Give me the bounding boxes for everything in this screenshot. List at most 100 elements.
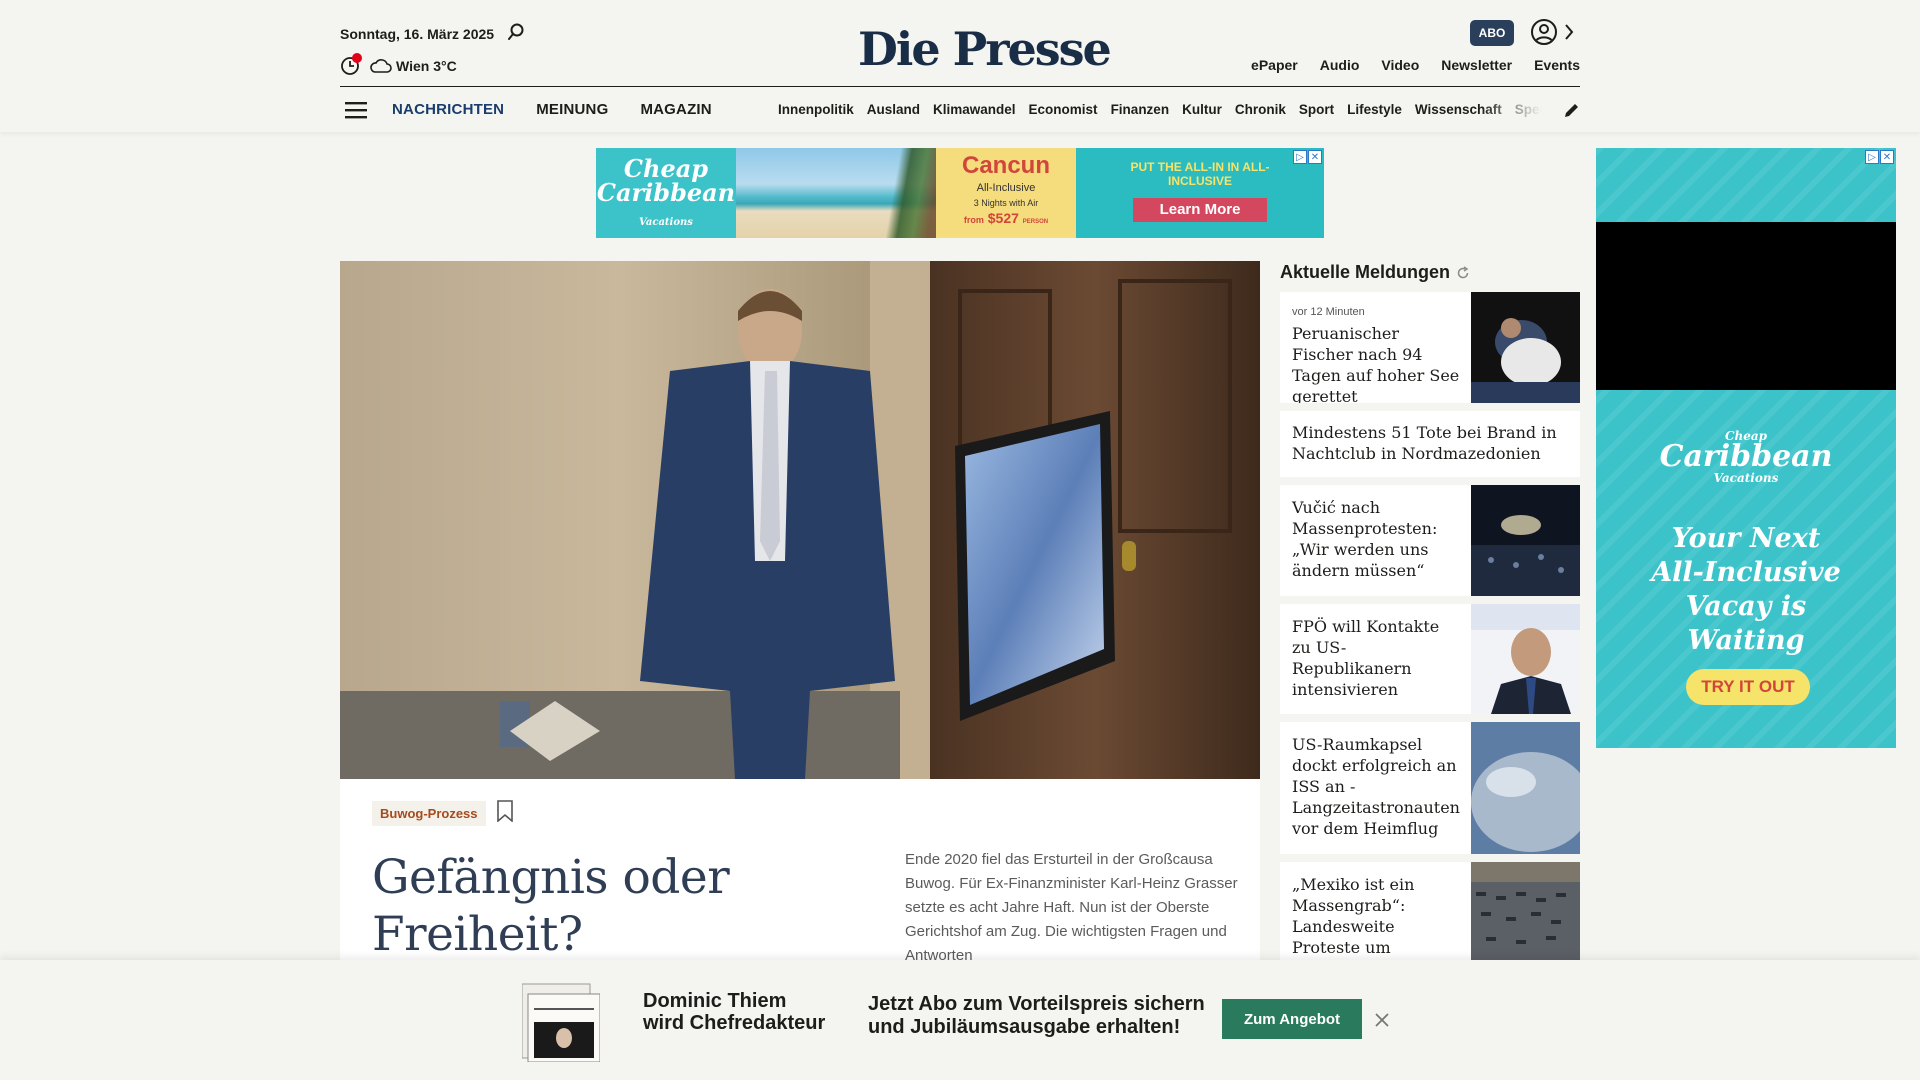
news-item-title[interactable]: „Mexiko ist ein Massengrab“: Landesweite… (1292, 875, 1414, 960)
ad-banner-top[interactable]: Cheap Caribbean Vacations Cancun All-Inc… (596, 148, 1324, 238)
ad-slogan: PUT THE ALL-IN IN ALL-INCLUSIVE (1130, 160, 1270, 188)
promo-offer: Jetzt Abo zum Vorteilspreis sichern und … (868, 993, 1205, 1039)
section-sport[interactable]: Sport (1299, 102, 1334, 117)
cloud-icon (370, 59, 392, 73)
news-item[interactable]: FPÖ will Kontakte zu US-Republikanern in… (1280, 604, 1580, 714)
section-spectrum[interactable]: Spectrum (1515, 102, 1542, 117)
news-item-text: FPÖ will Kontakte zu US-Republikanern in… (1292, 616, 1460, 700)
link-newsletter[interactable]: Newsletter (1441, 57, 1512, 73)
news-thumbnail (1471, 862, 1580, 960)
news-item[interactable]: Vučić nach Massenprotesten: „Wir werden … (1280, 485, 1580, 596)
section-economist[interactable]: Economist (1029, 102, 1098, 117)
ad-close-icon[interactable]: ✕ (1308, 150, 1322, 164)
news-item-title[interactable]: Mindestens 51 Tote bei Brand in Nachtclu… (1292, 423, 1557, 463)
hero-photo (340, 261, 1260, 779)
ad-sidebar-cta-button[interactable]: TRY IT OUT (1686, 669, 1810, 705)
news-item-text: „Mexiko ist ein Massengrab“: Landesweite… (1292, 874, 1460, 960)
ad-sidebar-info-icon[interactable]: ▷ (1865, 150, 1879, 164)
news-item-title[interactable]: Vučić nach Massenprotesten: „Wir werden … (1292, 498, 1437, 580)
subscription-promo-bar: Dominic Thiem wird Chefredakteur Jetzt A… (0, 960, 1920, 1080)
site-logo[interactable]: Die Presse (858, 22, 1112, 76)
section-lifestyle[interactable]: Lifestyle (1347, 102, 1402, 117)
link-epaper[interactable]: ePaper (1251, 57, 1298, 73)
ad-sidebar-brand: Cheap Caribbean Vacations (1596, 430, 1896, 484)
ad-sidebar-choices[interactable]: ▷ ✕ (1865, 150, 1894, 164)
ad-sidebar-video (1596, 222, 1896, 390)
nav-magazin[interactable]: MAGAZIN (640, 101, 711, 118)
close-icon[interactable] (1374, 1012, 1390, 1028)
ad-brand: Cheap Caribbean (596, 154, 736, 207)
section-kultur[interactable]: Kultur (1182, 102, 1222, 117)
news-thumbnail (1471, 722, 1580, 854)
news-item-title[interactable]: US-Raumkapsel dockt erfolgreich an ISS a… (1292, 735, 1460, 838)
promo-headline-line1: Dominic Thiem (643, 990, 787, 1012)
ad-destination: Cancun (961, 152, 1050, 179)
link-video[interactable]: Video (1381, 57, 1419, 73)
ad-brand-logo: Cheap Caribbean Vacations (596, 148, 736, 238)
ad-nights: 3 Nights with Air (973, 198, 1039, 208)
bookmark-icon[interactable] (496, 800, 514, 822)
site-header: Sonntag, 16. März 2025 Wien 3°C Die Pres… (0, 0, 1920, 132)
user-account-icon[interactable] (1530, 18, 1558, 46)
news-item[interactable]: Mindestens 51 Tote bei Brand in Nachtclu… (1280, 411, 1580, 477)
ad-sidebar-close-icon[interactable]: ✕ (1880, 150, 1894, 164)
ad-sidebar-brand-sub: Vacations (1713, 471, 1779, 485)
article-tag[interactable]: Buwog-Prozess (372, 801, 486, 826)
news-item[interactable]: „Mexiko ist ein Massengrab“: Landesweite… (1280, 862, 1580, 960)
section-klimawandel[interactable]: Klimawandel (933, 102, 1016, 117)
current-date: Sonntag, 16. März 2025 (340, 26, 495, 42)
top-links: ePaper Audio Video Newsletter Events (1251, 57, 1580, 73)
section-wissenschaft[interactable]: Wissenschaft (1415, 102, 1502, 117)
ad-package: All-Inclusive (976, 182, 1036, 194)
section-ausland[interactable]: Ausland (867, 102, 920, 117)
ad-choices[interactable]: ▷ ✕ (1293, 150, 1322, 164)
refresh-icon[interactable] (1456, 265, 1470, 280)
news-item-text: Vučić nach Massenprotesten: „Wir werden … (1292, 497, 1460, 581)
promo-offer-line1: Jetzt Abo zum Vorteilspreis sichern (868, 993, 1205, 1015)
ad-price-prefix: from (963, 215, 984, 225)
ad-price-suffix: PERSON (1022, 219, 1049, 225)
newspaper-image (522, 983, 600, 1062)
pencil-icon[interactable] (1562, 100, 1582, 120)
nav-nachrichten[interactable]: NACHRICHTEN (392, 101, 504, 118)
news-thumbnail (1471, 604, 1580, 714)
chevron-right-icon[interactable] (1562, 22, 1576, 42)
news-item-title[interactable]: FPÖ will Kontakte zu US-Republikanern in… (1292, 617, 1439, 699)
promo-offer-line2: und Jubiläumsausgabe erhalten! (868, 1016, 1181, 1038)
hamburger-menu-icon[interactable] (344, 100, 368, 120)
zum-angebot-button[interactable]: Zum Angebot (1222, 999, 1362, 1039)
section-chronik[interactable]: Chronik (1235, 102, 1286, 117)
news-item-text: US-Raumkapsel dockt erfolgreich an ISS a… (1292, 734, 1460, 839)
ad-sidebar[interactable]: Cheap Caribbean Vacations Your Next All-… (1596, 148, 1896, 748)
search-icon[interactable] (506, 22, 526, 42)
ad-price: $527 (987, 210, 1019, 226)
promo-headline: Dominic Thiem wird Chefredakteur (643, 990, 825, 1034)
news-ticker-heading: Aktuelle Meldungen (1280, 262, 1470, 283)
nav-divider (340, 86, 1580, 87)
section-innenpolitik[interactable]: Innenpolitik (778, 102, 854, 117)
ad-brand-sub: Vacations (639, 217, 693, 228)
news-thumbnail (1471, 292, 1580, 403)
ad-sidebar-headline: Your Next All-Inclusive Vacay is Waiting (1651, 523, 1841, 656)
news-item-title[interactable]: Peruanischer Fischer nach 94 Tagen auf h… (1292, 324, 1459, 403)
ad-info-icon[interactable]: ▷ (1293, 150, 1307, 164)
news-item[interactable]: US-Raumkapsel dockt erfolgreich an ISS a… (1280, 722, 1580, 854)
ad-offer-box: Cancun All-Inclusive 3 Nights with Air f… (936, 148, 1076, 238)
news-item-time: vor 12 Minuten (1292, 306, 1365, 318)
ad-learn-more-button[interactable]: Learn More (1133, 198, 1267, 222)
promo-headline-line2: wird Chefredakteur (643, 1012, 826, 1034)
news-heading-label: Aktuelle Meldungen (1280, 262, 1451, 282)
notification-dot (352, 53, 362, 63)
ad-sidebar-brand-name: Caribbean (1659, 439, 1833, 474)
link-events[interactable]: Events (1534, 57, 1580, 73)
main-nav: NACHRICHTEN MEINUNG MAGAZIN (392, 101, 712, 118)
ad-cta-box: PUT THE ALL-IN IN ALL-INCLUSIVE Learn Mo… (1076, 148, 1324, 238)
news-item[interactable]: vor 12 Minuten Peruanischer Fischer nach… (1280, 292, 1580, 403)
ad-price-line: from $527 PERSON (936, 210, 1076, 226)
nav-meinung[interactable]: MEINUNG (536, 101, 608, 118)
link-audio[interactable]: Audio (1320, 57, 1360, 73)
weather-label[interactable]: Wien 3°C (396, 58, 457, 74)
section-finanzen[interactable]: Finanzen (1111, 102, 1170, 117)
abo-button[interactable]: ABO (1470, 20, 1514, 46)
hero-image[interactable] (340, 261, 1260, 779)
